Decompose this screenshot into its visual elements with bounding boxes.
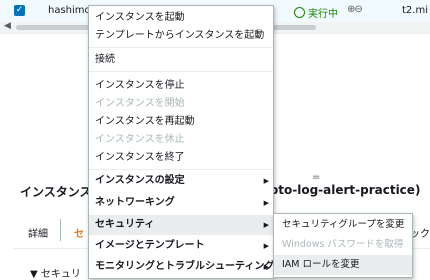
submenu-arrow-icon: ▶ (263, 263, 269, 271)
menu-item-images-templates[interactable]: イメージとテンプレート ▶ (89, 237, 273, 255)
menu-item-instance-settings[interactable]: インスタンスの設定 ▶ (89, 172, 273, 190)
instance-type: t2.mi (402, 5, 428, 16)
menu-item-label: インスタンスを休止 (95, 134, 185, 145)
menu-item-label: インスタンスを停止 (95, 80, 185, 91)
panel-resize-handle[interactable]: = (312, 172, 320, 183)
menu-item-stop-instance[interactable]: インスタンスを停止 (89, 77, 273, 95)
submenu-arrow-icon: ▶ (263, 221, 269, 229)
menu-divider (89, 47, 273, 48)
menu-item-label: インスタンスを開始 (95, 98, 185, 109)
menu-item-hibernate-instance[interactable]: インスタンスを休止 (89, 131, 273, 149)
menu-item-label: セキュリティ (95, 219, 155, 230)
menu-divider (89, 71, 273, 72)
detail-panel-title-tail: oto-log-alert-practice) (270, 183, 421, 197)
menu-item-label: ネットワーキング (95, 197, 175, 208)
running-check-icon (294, 7, 305, 18)
instance-actions-menu: インスタンスを起動 テンプレートからインスタンスを起動 接続 インスタンスを停止… (88, 5, 274, 279)
security-submenu: セキュリティグループを変更 Windows パスワードを取得 IAM ロールを変… (273, 213, 413, 278)
submenu-arrow-icon: ▶ (263, 242, 269, 250)
menu-item-monitoring-troubleshooting[interactable]: モニタリングとトラブルシューティング ▶ (89, 258, 275, 276)
menu-item-label: インスタンスを起動 (95, 12, 185, 23)
menu-item-launch-instance[interactable]: インスタンスを起動 (89, 9, 273, 27)
menu-item-connect[interactable]: 接続 (89, 51, 273, 69)
zoom-icons[interactable]: ⊕⊖ (347, 4, 363, 15)
menu-item-label: 接続 (95, 54, 115, 65)
tab-security[interactable]: セ (74, 225, 84, 240)
row-checkbox[interactable]: ✓ (14, 5, 25, 16)
menu-item-label: モニタリングとトラブルシューティング (95, 261, 275, 272)
submenu-item-label: IAM ロールを変更 (282, 259, 360, 270)
menu-item-label: インスタンスの設定 (95, 175, 185, 186)
menu-item-terminate-instance[interactable]: インスタンスを終了 (89, 149, 273, 167)
submenu-arrow-icon: ▶ (263, 199, 269, 207)
submenu-item-get-windows-password[interactable]: Windows パスワードを取得 (274, 235, 412, 255)
security-section-toggle[interactable]: ▼ セキュリ (30, 265, 81, 280)
instance-state: 実行中 (294, 5, 338, 20)
menu-item-networking[interactable]: ネットワーキング ▶ (89, 194, 273, 212)
menu-item-launch-from-template[interactable]: テンプレートからインスタンスを起動 (89, 27, 273, 45)
menu-item-label: テンプレートからインスタンスを起動 (95, 30, 265, 41)
tab-divider (60, 219, 61, 241)
menu-item-label: イメージとテンプレート (95, 240, 205, 251)
menu-item-security[interactable]: セキュリティ ▶ (89, 215, 273, 235)
submenu-item-change-security-groups[interactable]: セキュリティグループを変更 (274, 215, 412, 235)
instance-state-label: 実行中 (308, 9, 338, 20)
menu-divider (89, 169, 273, 170)
submenu-arrow-icon: ▶ (263, 177, 269, 185)
menu-item-reboot-instance[interactable]: インスタンスを再起動 (89, 113, 273, 131)
menu-item-label: インスタンスを終了 (95, 152, 185, 163)
submenu-item-label: セキュリティグループを変更 (282, 219, 405, 230)
submenu-item-label: Windows パスワードを取得 (282, 239, 404, 250)
menu-item-label: インスタンスを再起動 (95, 116, 195, 127)
menu-item-start-instance[interactable]: インスタンスを開始 (89, 95, 273, 113)
scroll-left-icon[interactable]: ◀ (4, 21, 11, 31)
tab-details[interactable]: 詳細 (28, 225, 48, 240)
tab-partial-right[interactable]: ック (410, 225, 430, 240)
detail-panel-title: インスタンス (20, 185, 92, 199)
submenu-item-modify-iam-role[interactable]: IAM ロールを変更 (274, 255, 412, 275)
